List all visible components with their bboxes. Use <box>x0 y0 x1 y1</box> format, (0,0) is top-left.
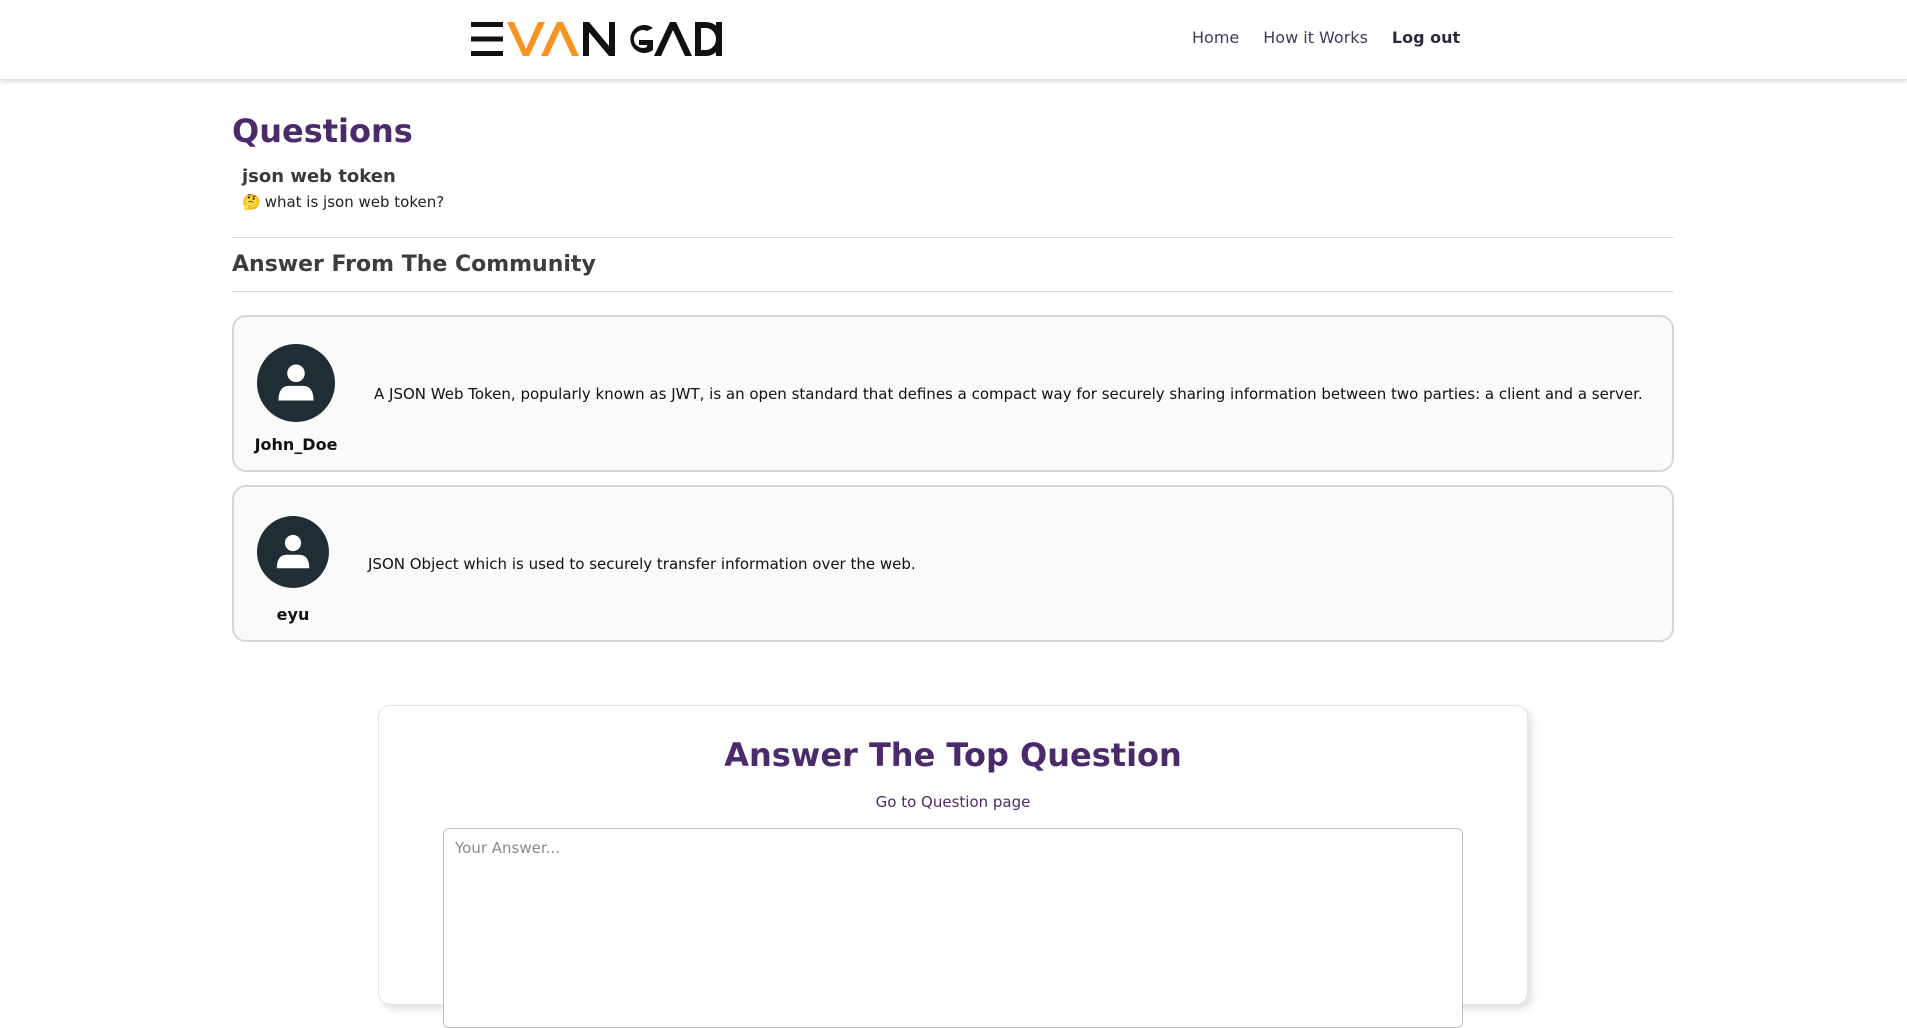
answer-text: JSON Object which is used to securely tr… <box>368 555 916 573</box>
divider <box>232 291 1674 292</box>
answer-username: eyu <box>276 605 310 624</box>
answer-form-title: Answer The Top Question <box>724 736 1182 774</box>
nav-how-it-works-link[interactable]: How it Works <box>1263 28 1368 47</box>
logo-mark <box>471 22 722 56</box>
user-avatar-icon <box>257 516 329 588</box>
nav-logout-link[interactable]: Log out <box>1392 28 1460 47</box>
go-to-question-page-link[interactable]: Go to Question page <box>379 793 1527 811</box>
answer-card: John_Doe A JSON Web Token, popularly kno… <box>232 315 1674 472</box>
answer-textarea[interactable] <box>443 828 1463 1028</box>
page-title: Questions <box>232 112 413 150</box>
question-description: 🤔 what is json web token? <box>242 193 444 211</box>
thinking-face-icon: 🤔 <box>242 193 261 211</box>
answer-form-card: Answer The Top Question Go to Question p… <box>378 705 1528 1028</box>
main-nav: Home How it Works Log out <box>1192 28 1460 47</box>
user-silhouette-icon <box>278 364 314 401</box>
question-description-text: what is json web token? <box>264 193 445 211</box>
answer-card: eyu JSON Object which is used to securel… <box>232 485 1674 642</box>
question-title: json web token <box>242 166 396 187</box>
community-answers-heading: Answer From The Community <box>232 252 596 277</box>
top-header: Home How it Works Log out <box>0 0 1907 80</box>
answer-text: A JSON Web Token, popularly known as JWT… <box>374 385 1643 403</box>
user-silhouette-icon <box>276 534 310 569</box>
user-avatar-icon <box>257 344 335 422</box>
nav-home-link[interactable]: Home <box>1192 28 1239 47</box>
divider <box>232 237 1674 238</box>
evangadi-logo[interactable] <box>471 20 723 58</box>
answer-username: John_Doe <box>254 435 338 454</box>
